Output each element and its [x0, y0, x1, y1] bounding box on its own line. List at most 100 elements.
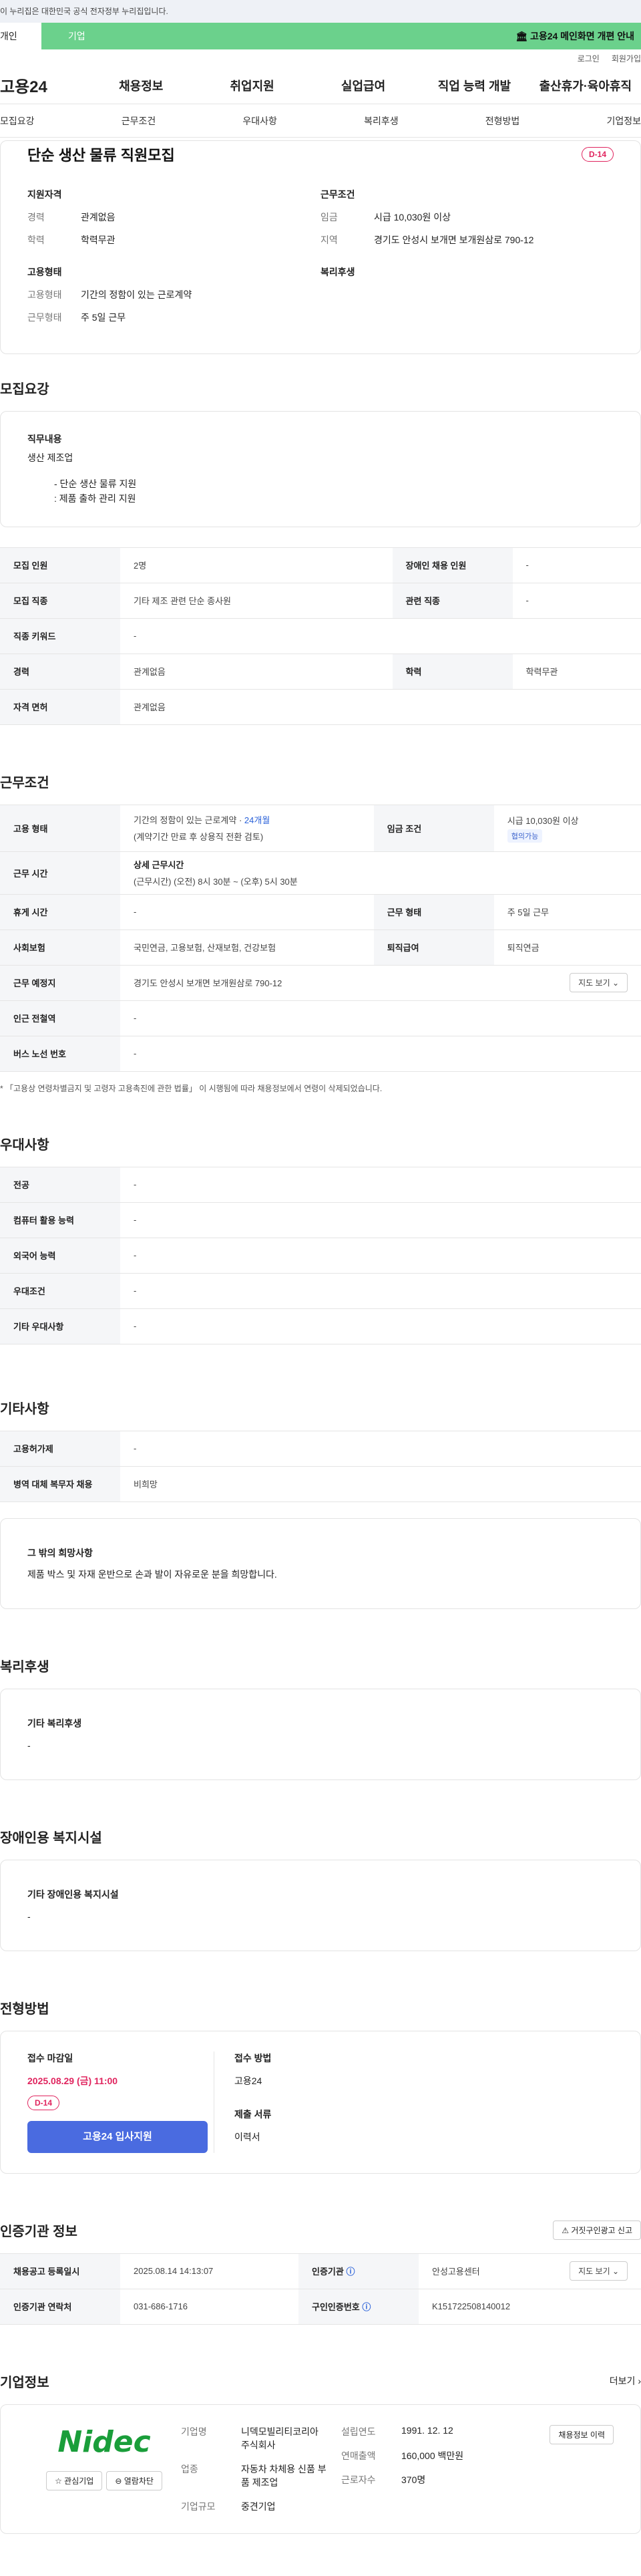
company-more-link[interactable]: 더보기 › — [610, 2374, 641, 2388]
info-icon[interactable]: ⓘ — [346, 2267, 355, 2277]
signup-link[interactable]: 회원가입 — [612, 53, 641, 64]
table-cell: - — [120, 894, 374, 930]
map-button[interactable]: 지도 보기 ⌄ — [570, 973, 628, 993]
tab-pref[interactable]: 우대사항 — [242, 114, 277, 128]
gnb-item[interactable]: 직업 능력 개발 — [419, 77, 529, 94]
table-cell: 관계없음 — [120, 689, 641, 725]
tab-individual[interactable]: 개인 — [0, 23, 41, 49]
disab-card-text: - — [27, 1910, 31, 1922]
deadline-heading: 접수 마감일 — [27, 2052, 73, 2063]
recruit-table: 모집 인원 2명 장애인 채용 인원 - 모집 직종 기타 제조 관련 단순 종사원 관련… — [0, 547, 641, 725]
table-cell: 학력무관 — [512, 654, 641, 690]
tab-recruit[interactable]: 모집요강 — [0, 114, 35, 128]
apply-card: 접수 마감일 2025.08.29 (금) 11:00 D-14 고용24 입사… — [0, 2030, 641, 2174]
cond-heading: 근무조건 — [320, 189, 355, 200]
kv-value: 관계없음 — [81, 212, 116, 223]
gnb-item[interactable]: 출산휴가·육아휴직 — [530, 77, 641, 94]
table-cell: - — [120, 1238, 641, 1274]
gnb-item[interactable]: 취업지원 — [196, 77, 307, 94]
kv-key: 고용형태 — [27, 289, 62, 300]
kv-value: 기간의 정함이 있는 근로계약 — [81, 289, 192, 300]
kv-key: 업종 — [181, 2463, 198, 2474]
table-cell: 국민연금, 고용보험, 산재보험, 건강보험 — [120, 929, 374, 966]
table-row: 우대조건 - — [0, 1273, 641, 1309]
table-header-cell: 인증기관 연락처 — [0, 2289, 120, 2325]
block-button[interactable]: ⊖ 열람차단 — [106, 2470, 162, 2490]
info-icon[interactable]: ⓘ — [362, 2302, 371, 2312]
table-header-cell: 경력 — [0, 654, 120, 690]
table-cell: - — [120, 1036, 641, 1072]
kv-key: 연매출액 — [341, 2450, 376, 2461]
method-heading: 접수 방법 — [234, 2052, 272, 2063]
emp-heading: 고용형태 — [27, 267, 62, 277]
table-header-cell: 외국어 능력 — [0, 1238, 120, 1274]
table-header-cell: 버스 노선 번호 — [0, 1036, 120, 1072]
kv-key: 학력 — [27, 235, 45, 245]
welfare-card: 기타 복리후생 - — [0, 1689, 641, 1781]
favorite-button[interactable]: ☆ 관심기업 — [46, 2470, 103, 2490]
table-row: 근무 예정지 경기도 안성시 보개면 보개원삼로 790-12 지도 보기 ⌄ — [0, 965, 641, 1001]
kv-value: 주 5일 근무 — [81, 312, 126, 323]
section-title-apply: 전형방법 — [0, 2001, 49, 2017]
table-header-cell: 병역 대체 복무자 채용 — [0, 1466, 120, 1502]
table-header-cell: 근무 시간 — [0, 851, 120, 895]
table-cell: 2명 — [120, 547, 393, 583]
table-header-cell: 기타 우대사항 — [0, 1308, 120, 1344]
tab-company[interactable]: 기업정보 — [606, 114, 641, 128]
job-desc-text: 생산 제조업 — [27, 452, 73, 464]
qual-heading: 지원자격 — [27, 189, 62, 200]
table-header-cell: 장애인 채용 인원 — [392, 547, 513, 583]
table-row: 휴게 시간 - 근무 형태 주 5일 근무 — [0, 894, 641, 930]
report-button[interactable]: ⚠ 거짓구인광고 신고 — [553, 2220, 641, 2240]
kv-value: 시급 10,030원 이상 — [374, 212, 451, 223]
table-cell: K151722508140012 — [418, 2289, 641, 2325]
gnb-item[interactable]: 채용정보 — [85, 77, 196, 94]
table-row: 사회보험 국민연금, 고용보험, 산재보험, 건강보험 퇴직급여 퇴직연금 — [0, 929, 641, 966]
gnb-item[interactable]: 실업급여 — [308, 77, 419, 94]
jobs-history-button[interactable]: 채용정보 이력 — [550, 2424, 614, 2444]
kv-value: 경기도 안성시 보개면 보개원삼로 790-12 — [374, 235, 534, 245]
table-cell: - — [512, 583, 641, 619]
table-header-cell: 우대조건 — [0, 1273, 120, 1309]
table-header-cell: 근무 형태 — [373, 894, 494, 930]
table-header-cell: 퇴직급여 — [373, 929, 494, 966]
table-header-cell: 전공 — [0, 1167, 120, 1203]
apply-button[interactable]: 고용24 입사지원 — [27, 2120, 208, 2153]
table-cell: 031-686-1716 — [120, 2289, 298, 2325]
table-cell: - — [120, 1273, 641, 1309]
table-header-cell: 컴퓨터 활용 능력 — [0, 1202, 120, 1238]
kv-key: 설립연도 — [341, 2426, 376, 2437]
table-cell: 주 5일 근무 — [493, 894, 641, 930]
emp-months: 24개월 — [244, 815, 270, 826]
table-cell: - — [120, 1000, 641, 1036]
etc-card: 그 밖의 희망사항 제품 박스 및 자재 운반으로 손과 발이 자유로운 분을 … — [0, 1518, 641, 1610]
table-row: 기타 우대사항 - — [0, 1308, 641, 1344]
table-header-cell: 자격 면허 — [0, 689, 120, 725]
table-header-cell: 모집 인원 — [0, 547, 120, 583]
tab-work[interactable]: 근무조건 — [122, 114, 156, 128]
renewal-notice-link[interactable]: 🏛 고용24 메인화면 개편 안내 — [515, 29, 634, 43]
site-logo[interactable]: 고용24 — [0, 74, 85, 97]
etc-card-text: 제품 박스 및 자재 운반으로 손과 발이 자유로운 분을 희망합니다. — [27, 1568, 277, 1580]
docs-heading: 제출 서류 — [234, 2108, 272, 2120]
age-note: * 「고용상 연령차별금지 및 고령자 고용촉진에 관한 법률」 이 시행됨에 … — [0, 1083, 383, 1093]
emp-type-text: 기간의 정함이 있는 근로계약 · — [134, 815, 244, 826]
table-header-cell: 임금 조건 — [373, 805, 494, 852]
table-header-cell: 사회보험 — [0, 929, 120, 966]
section-title-recruit: 모집요강 — [0, 382, 49, 397]
cert-map-button[interactable]: 지도 보기 ⌄ — [570, 2261, 628, 2281]
login-link[interactable]: 로그인 — [578, 53, 600, 64]
table-header-cell: 모집 직종 — [0, 583, 120, 619]
kv-key: 지역 — [320, 235, 338, 245]
tab-apply[interactable]: 전형방법 — [485, 114, 520, 128]
company-card: Nidec ☆ 관심기업 ⊖ 열람차단 기업명 니덱모빌리티코리아 주식회사 업종… — [0, 2404, 641, 2534]
work-table: 고용 형태 기간의 정함이 있는 근로계약 · 24개월 (계약기간 만료 후 상… — [0, 804, 641, 1072]
table-row: 병역 대체 복무자 채용 비희망 — [0, 1466, 641, 1502]
tab-welfare[interactable]: 복리후생 — [364, 114, 399, 128]
job-desc-heading: 직무내용 — [27, 434, 62, 444]
kv-key: 경력 — [27, 212, 45, 223]
summary-card: 단순 생산 물류 직원모집 D-14 지원자격 경력 관계없음 학력 학력무관 고용… — [0, 140, 641, 354]
section-title-work: 근무조건 — [0, 775, 49, 791]
table-cell: - — [120, 1202, 641, 1238]
tab-corporate[interactable]: 기업 🏛 고용24 메인화면 개편 안내 — [41, 23, 641, 49]
